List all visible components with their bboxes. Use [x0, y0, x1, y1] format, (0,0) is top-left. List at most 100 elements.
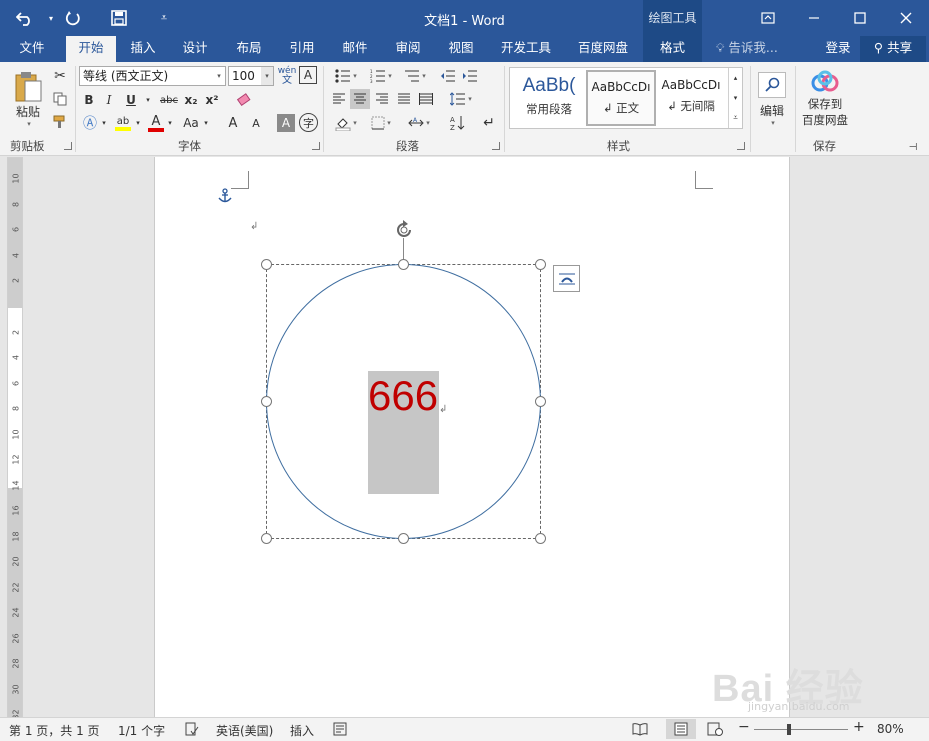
language-status[interactable]: 英语(美国) — [216, 722, 273, 739]
clipboard-launcher-icon[interactable] — [64, 142, 72, 150]
resize-handle-top-right[interactable] — [535, 259, 546, 270]
style-tile[interactable]: AaBbCcDı ↲ 无间隔 — [656, 70, 726, 126]
cut-icon[interactable]: ✂ — [50, 66, 70, 86]
page-count[interactable]: 第 1 页，共 1 页 — [9, 722, 100, 739]
superscript-button[interactable]: x² — [203, 90, 221, 110]
tab-baidu-netdisk[interactable]: 百度网盘 — [568, 36, 638, 62]
insert-mode[interactable]: 插入 — [290, 722, 314, 739]
underline-dropdown-icon[interactable]: ▾ — [143, 90, 153, 110]
rotate-handle-icon[interactable] — [392, 219, 416, 241]
text-effects-icon[interactable]: Ⓐ — [80, 112, 100, 134]
bold-button[interactable]: B — [81, 90, 97, 110]
highlight-dropdown-icon[interactable]: ▾ — [134, 112, 142, 134]
resize-handle-bottom-left[interactable] — [261, 533, 272, 544]
style-tile[interactable]: AaBb( 常用段落 — [514, 70, 584, 126]
decrease-indent-icon[interactable] — [438, 66, 458, 86]
word-count[interactable]: 1/1 个字 — [118, 722, 165, 739]
styles-launcher-icon[interactable] — [737, 142, 745, 150]
resize-handle-top[interactable] — [398, 259, 409, 270]
format-painter-icon[interactable] — [50, 112, 70, 132]
sort-icon[interactable]: AZ — [446, 112, 468, 134]
signin-link[interactable]: 登录 — [818, 36, 858, 62]
multilevel-list-icon[interactable]: ▾ — [398, 66, 432, 86]
font-size-dropdown-icon[interactable]: ▾ — [261, 67, 273, 85]
zoom-slider-thumb[interactable] — [787, 724, 791, 735]
save-to-baidu-button[interactable]: 保存到 百度网盘 — [798, 66, 852, 132]
styles-more-icon[interactable]: ⩡ — [729, 108, 742, 128]
distributed-icon[interactable] — [416, 89, 436, 109]
borders-icon[interactable]: ▾ — [364, 112, 398, 134]
minimize-icon[interactable] — [791, 0, 837, 36]
clear-formatting-icon[interactable] — [234, 90, 254, 110]
shape-text[interactable]: 666 — [368, 372, 448, 420]
zoom-out-icon[interactable]: − — [738, 719, 750, 735]
align-right-icon[interactable] — [372, 89, 392, 109]
tab-file[interactable]: 文件 — [6, 36, 58, 62]
close-icon[interactable] — [883, 0, 929, 36]
strikethrough-button[interactable]: abc — [157, 90, 181, 110]
tab-references[interactable]: 引用 — [279, 36, 325, 62]
phonetic-guide-icon[interactable]: wén 文 — [277, 66, 297, 86]
styles-scroll-down-icon[interactable]: ▾ — [729, 88, 742, 108]
highlight-color-icon[interactable]: ab — [112, 112, 134, 134]
text-effects-dropdown-icon[interactable]: ▾ — [100, 112, 108, 134]
copy-icon[interactable] — [50, 89, 70, 109]
resize-handle-bottom[interactable] — [398, 533, 409, 544]
read-mode-icon[interactable] — [632, 722, 648, 739]
font-name-combo[interactable]: 等线 (西文正文) ▾ — [79, 66, 226, 86]
underline-button[interactable]: U — [122, 90, 140, 110]
subscript-button[interactable]: x₂ — [182, 90, 200, 110]
character-shading-icon[interactable]: A — [277, 114, 295, 132]
shading-icon[interactable]: ▾ — [329, 112, 363, 134]
font-color-icon[interactable]: A — [146, 112, 166, 134]
align-center-icon[interactable] — [350, 89, 370, 109]
font-launcher-icon[interactable] — [312, 142, 320, 150]
shrink-font-button[interactable]: A — [248, 112, 264, 134]
layout-options-icon[interactable] — [553, 265, 580, 292]
italic-button[interactable]: I — [101, 90, 117, 110]
pin-ribbon-icon[interactable]: ⊣ — [905, 140, 921, 154]
increase-indent-icon[interactable] — [460, 66, 480, 86]
zoom-in-icon[interactable]: + — [853, 719, 865, 735]
tab-layout[interactable]: 布局 — [226, 36, 272, 62]
tell-me-box[interactable]: 💡︎ 告诉我... — [716, 36, 786, 62]
change-case-dropdown-icon[interactable]: ▾ — [202, 112, 210, 134]
tab-view[interactable]: 视图 — [438, 36, 484, 62]
maximize-icon[interactable] — [837, 0, 883, 36]
tab-review[interactable]: 审阅 — [385, 36, 431, 62]
show-marks-icon[interactable]: ↵ — [478, 112, 500, 134]
tab-home[interactable]: 开始 — [66, 36, 116, 62]
font-color-dropdown-icon[interactable]: ▾ — [166, 112, 174, 134]
align-left-icon[interactable] — [329, 89, 349, 109]
macro-record-icon[interactable] — [333, 722, 347, 739]
font-size-combo[interactable]: 100 ▾ — [228, 66, 274, 86]
ribbon-display-options-icon[interactable] — [745, 0, 791, 36]
resize-handle-bottom-right[interactable] — [535, 533, 546, 544]
change-case-button[interactable]: Aa — [180, 112, 202, 134]
resize-handle-left[interactable] — [261, 396, 272, 407]
chinese-layout-icon[interactable]: A ▾ — [402, 112, 436, 134]
proofing-icon[interactable] — [185, 722, 199, 739]
justify-icon[interactable] — [394, 89, 414, 109]
tab-mailings[interactable]: 邮件 — [332, 36, 378, 62]
zoom-level[interactable]: 80% — [877, 722, 904, 736]
resize-handle-right[interactable] — [535, 396, 546, 407]
font-name-dropdown-icon[interactable]: ▾ — [213, 67, 225, 85]
paste-button[interactable]: 粘贴 ▾ — [8, 66, 48, 132]
tab-insert[interactable]: 插入 — [120, 36, 166, 62]
tab-developer[interactable]: 开发工具 — [491, 36, 561, 62]
bullets-icon[interactable]: ▾ — [329, 66, 363, 86]
grow-font-button[interactable]: A — [224, 112, 242, 134]
resize-handle-top-left[interactable] — [261, 259, 272, 270]
editing-button[interactable]: 编辑 ▾ — [754, 66, 790, 132]
zoom-slider[interactable] — [754, 729, 848, 730]
character-border-icon[interactable]: A — [299, 66, 317, 84]
styles-scroll-up-icon[interactable]: ▴ — [729, 68, 742, 88]
line-spacing-icon[interactable]: ▾ — [446, 89, 476, 109]
paragraph-launcher-icon[interactable] — [492, 142, 500, 150]
numbering-icon[interactable]: 1 2 3 ▾ — [364, 66, 398, 86]
web-layout-icon[interactable] — [707, 722, 723, 739]
style-tile[interactable]: AaBbCcDı ↲ 正文 — [586, 70, 656, 126]
print-layout-icon[interactable] — [666, 719, 696, 739]
tab-format[interactable]: 格式 — [643, 36, 702, 62]
